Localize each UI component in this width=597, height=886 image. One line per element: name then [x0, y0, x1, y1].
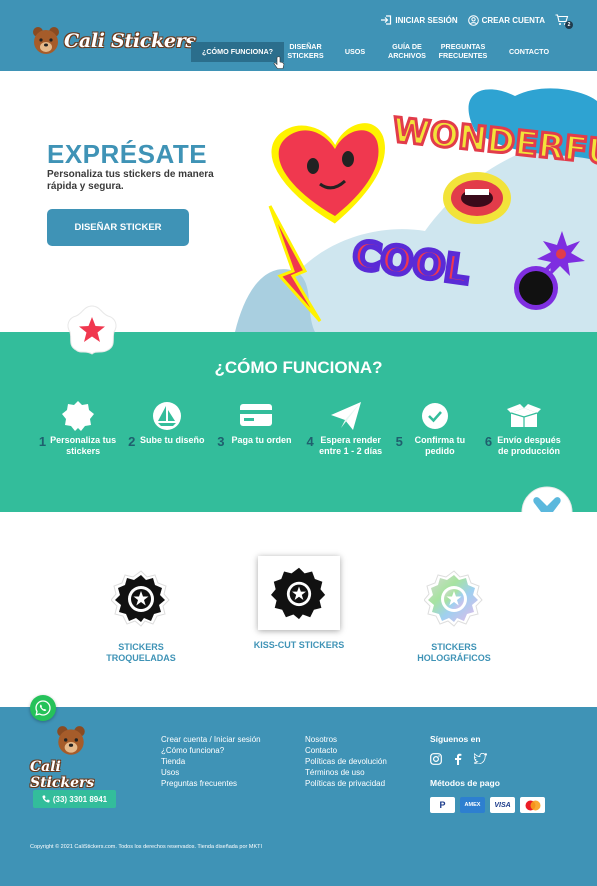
footer-links-col-2: Nosotros Contacto Políticas de devolució…: [305, 734, 387, 789]
how-it-works-section: ¿CÓMO FUNCIONA? 1 Personaliza tus sticke…: [0, 305, 597, 538]
register-link[interactable]: CREAR CUENTA: [467, 14, 545, 26]
footer-link-returns[interactable]: Políticas de devolución: [305, 756, 387, 767]
nav-guia-archivos[interactable]: GUÍA DE ARCHIVOS: [383, 42, 431, 62]
step-label: Sube tu diseño: [140, 435, 205, 445]
step-number: 6: [484, 434, 493, 449]
footer-link-privacy[interactable]: Políticas de privacidad: [305, 778, 387, 789]
hero-section: EXPRÉSATE Personaliza tus stickers de ma…: [0, 71, 597, 332]
copyright-text: Copyright © 2021 CaliStickers.com. Todos…: [30, 844, 263, 850]
footer-link-faq[interactable]: Preguntas frecuentes: [161, 778, 261, 789]
hero-stickers-illustration: WONDERFUL COOL: [235, 88, 597, 332]
badge-icon: [62, 401, 94, 431]
footer-link-account[interactable]: Crear cuenta / Iniciar sesión: [161, 734, 261, 745]
nav-contacto[interactable]: CONTACTO: [495, 42, 563, 62]
mastercard-logo-icon: [525, 800, 540, 810]
product-holograficos[interactable]: STICKERS HOLOGRÁFICOS: [399, 562, 509, 664]
cart-count-badge: 2: [565, 21, 573, 29]
phone-number: (33) 3301 8941: [52, 794, 108, 804]
footer-link-how[interactable]: ¿Cómo funciona?: [161, 745, 261, 756]
step-label: Espera render entre 1 - 2 días: [319, 435, 383, 456]
paper-plane-icon: [330, 402, 361, 430]
social-links: [430, 753, 487, 765]
step-3: 3 Paga tu orden: [214, 402, 298, 457]
star-sticker-decoration: [67, 305, 117, 355]
whatsapp-button[interactable]: [30, 695, 56, 721]
account-links: INICIAR SESIÓN CREAR CUENTA 2: [380, 14, 573, 29]
nav-usos[interactable]: USOS: [327, 42, 383, 62]
site-header: Cali Stickers INICIAR SESIÓN CREAR CUENT…: [0, 0, 597, 71]
step-2: 2 Sube tu diseño: [125, 402, 209, 457]
register-label: CREAR CUENTA: [481, 15, 545, 25]
step-5: 5 Confirma tu pedido: [393, 402, 477, 457]
nav-preguntas-frecuentes[interactable]: PREGUNTAS FRECUENTES: [431, 42, 495, 62]
footer-link-terms[interactable]: Términos de uso: [305, 767, 387, 778]
footer-link-contact[interactable]: Contacto: [305, 745, 387, 756]
login-icon: [381, 15, 392, 25]
kiss-cut-sticker-icon: [271, 567, 326, 620]
step-number: 1: [38, 434, 47, 449]
nav-disenar-stickers[interactable]: DISEÑAR STICKERS: [284, 42, 327, 62]
holographic-sticker-icon: [424, 570, 483, 627]
hero-subtitle: Personaliza tus stickers de manera rápid…: [47, 169, 214, 192]
site-footer: Cali Stickers (33) 3301 8941 Crear cuent…: [0, 707, 597, 886]
step-4: 4 Espera render entre 1 - 2 días: [304, 402, 388, 457]
design-sticker-button[interactable]: DISEÑAR STICKER: [47, 209, 189, 246]
footer-brand-name: Cali Stickers: [30, 759, 95, 791]
footer-link-store[interactable]: Tienda: [161, 756, 261, 767]
step-label: Confirma tu pedido: [414, 435, 466, 456]
cart-button[interactable]: 2: [555, 14, 573, 29]
step-number: 4: [306, 434, 314, 449]
paypal-icon: P: [430, 797, 455, 813]
how-it-works-title: ¿CÓMO FUNCIONA?: [214, 358, 383, 377]
step-label: Personaliza tus stickers: [50, 435, 117, 456]
check-icon: [421, 403, 448, 429]
login-label: INICIAR SESIÓN: [395, 15, 458, 25]
whatsapp-icon: [35, 700, 51, 716]
main-nav: ¿CÓMO FUNCIONA? DISEÑAR STICKERS USOS GU…: [191, 42, 563, 62]
product-label: STICKERS TROQUELADAS: [106, 642, 176, 663]
amex-icon: AMEX: [460, 797, 485, 813]
step-label: Paga tu orden: [231, 435, 292, 445]
step-number: 5: [395, 434, 403, 449]
step-6: 6 Envío después de producción: [482, 402, 566, 457]
phone-button[interactable]: (33) 3301 8941: [33, 790, 116, 808]
hero-title: EXPRÉSATE: [47, 139, 208, 169]
social-heading: Síguenos en: [430, 734, 481, 744]
credit-card-icon: [240, 404, 273, 426]
instagram-icon[interactable]: [430, 753, 442, 765]
upload-icon: [153, 402, 182, 430]
brand-logo[interactable]: Cali Stickers: [30, 24, 196, 58]
step-number: 3: [217, 434, 225, 449]
die-cut-sticker-icon: [111, 570, 170, 627]
step-number: 2: [128, 434, 136, 449]
product-label: STICKERS HOLOGRÁFICOS: [417, 642, 491, 663]
mastercard-icon: [520, 797, 545, 813]
login-link[interactable]: INICIAR SESIÓN: [380, 15, 458, 25]
product-kiss-cut[interactable]: KISS-CUT STICKERS: [244, 556, 354, 651]
facebook-icon[interactable]: [454, 753, 462, 765]
bear-mascot-icon: [33, 27, 59, 54]
footer-links-col-1: Crear cuenta / Iniciar sesión ¿Cómo func…: [161, 734, 261, 789]
product-troqueladas[interactable]: STICKERS TROQUELADAS: [86, 562, 196, 664]
payment-methods: P AMEX VISA: [430, 797, 545, 813]
phone-icon: [42, 795, 50, 803]
brand-name: Cali Stickers: [64, 30, 196, 52]
twitter-icon[interactable]: [474, 753, 487, 764]
box-icon: [506, 404, 541, 427]
bear-mascot-icon: [57, 726, 85, 755]
nav-como-funciona[interactable]: ¿CÓMO FUNCIONA?: [191, 42, 284, 62]
products-section: STICKERS TROQUELADAS KISS-CUT STICKERS S…: [0, 512, 597, 707]
footer-link-about[interactable]: Nosotros: [305, 734, 387, 745]
footer-logo[interactable]: Cali Stickers: [30, 723, 120, 791]
step-label: Envío después de producción: [497, 435, 561, 456]
product-label: KISS-CUT STICKERS: [253, 640, 345, 650]
user-icon: [467, 14, 479, 26]
payment-heading: Métodos de pago: [430, 778, 500, 788]
hand-cursor-icon: [273, 56, 285, 69]
footer-link-uses[interactable]: Usos: [161, 767, 261, 778]
steps-list: 1 Personaliza tus stickers 2 Sube tu dis…: [36, 401, 566, 457]
step-1: 1 Personaliza tus stickers: [36, 401, 120, 457]
visa-icon: VISA: [490, 797, 515, 813]
